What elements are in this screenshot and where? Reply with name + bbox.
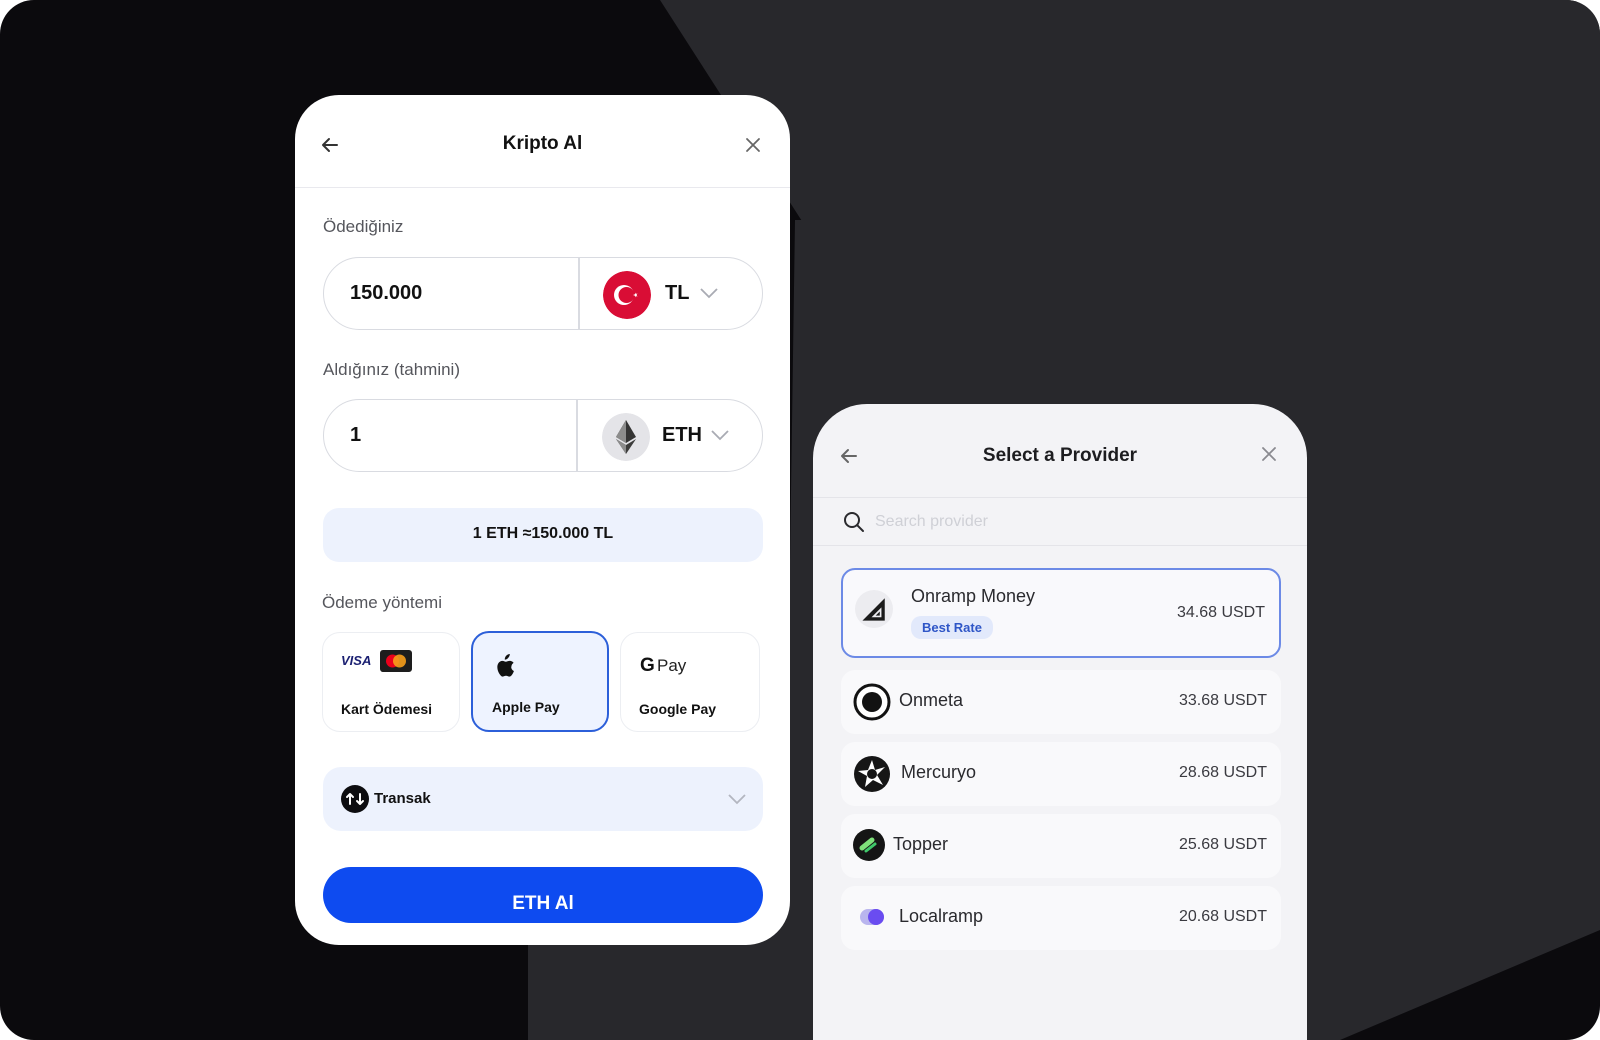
localramp-logo-icon (860, 909, 884, 925)
pay-amount-value[interactable]: 150.000 (350, 282, 422, 305)
provider-item-onramp-money[interactable]: Onramp Money Best Rate 34.68 USDT (841, 568, 1281, 658)
apple-icon (497, 654, 514, 677)
chevron-down-icon (711, 430, 729, 441)
provider-select-card: Select a Provider Onramp Money Best Rate… (813, 404, 1307, 1040)
search-input[interactable] (875, 508, 1255, 536)
exchange-rate: 1 ETH ≈150.000 TL (323, 508, 763, 562)
pay-amount-field[interactable]: 150.000 TL (323, 257, 763, 330)
buy-card-header: Kripto Al (295, 95, 790, 188)
provider-name: Mercuryo (901, 762, 977, 782)
payment-method-label-card: Kart Ödemesi (341, 701, 433, 717)
mastercard-icon (380, 650, 412, 672)
onmeta-logo-icon (853, 683, 891, 721)
provider-name: Topper (893, 834, 949, 854)
svg-text:G: G (640, 655, 655, 676)
provider-price: 33.68 USDT (1178, 692, 1267, 709)
turkey-flag-icon (603, 271, 651, 319)
ethereum-icon (602, 413, 650, 461)
visa-icon: VISA (341, 653, 371, 667)
provider-item-topper[interactable]: Topper 25.68 USDT (841, 814, 1281, 878)
background-shapes (528, 0, 1600, 1040)
provider-item-mercuryo[interactable]: Mercuryo 28.68 USDT (841, 742, 1281, 806)
provider-price: 25.68 USDT (1178, 836, 1267, 853)
field-divider (576, 400, 578, 471)
provider-price: 34.68 USDT (1176, 604, 1265, 621)
payment-method-apple-pay[interactable]: Apple Pay (471, 631, 609, 732)
field-divider (578, 258, 580, 329)
provider-name: Transak (374, 790, 431, 807)
close-icon[interactable] (743, 135, 763, 155)
provider-price: 20.68 USDT (1178, 908, 1267, 925)
google-pay-icon: G Pay (640, 655, 687, 676)
receive-amount-value[interactable]: 1 (350, 424, 361, 447)
close-icon[interactable] (1259, 444, 1279, 464)
svg-text:VISA: VISA (341, 653, 371, 667)
payment-method-label: Ödeme yöntemi (322, 593, 442, 612)
buy-crypto-card: Kripto Al Ödediğiniz 150.000 TL Aldığını… (295, 95, 790, 945)
chevron-down-icon (728, 794, 746, 805)
best-rate-badge: Best Rate (911, 616, 993, 639)
provider-name: Localramp (899, 906, 984, 926)
payment-method-google-pay[interactable]: G Pay Google Pay (620, 632, 760, 732)
background-stage: Kripto Al Ödediğiniz 150.000 TL Aldığını… (0, 0, 1600, 1040)
receive-amount-label: Aldığınız (tahmini) (323, 360, 460, 379)
chevron-down-icon (700, 288, 718, 299)
page-title: Kripto Al (502, 133, 583, 154)
receive-amount-field[interactable]: 1 ETH (323, 399, 763, 472)
pay-amount-label: Ödediğiniz (323, 217, 404, 236)
provider-item-localramp[interactable]: Localramp 20.68 USDT (841, 886, 1281, 950)
payment-method-label-apple-pay: Apple Pay (492, 699, 560, 715)
pay-currency-code: TL (665, 282, 690, 304)
provider-name: Onmeta (899, 690, 964, 710)
provider-card-title: Select a Provider (982, 445, 1138, 466)
payment-method-label-google-pay: Google Pay (639, 701, 717, 717)
provider-item-onmeta[interactable]: Onmeta 33.68 USDT (841, 670, 1281, 734)
transak-logo-icon (341, 785, 369, 813)
mercuryo-logo-icon (854, 756, 890, 792)
buy-eth-button[interactable]: ETH Al (323, 867, 763, 923)
onramp-logo-icon (855, 590, 893, 628)
search-icon (844, 512, 864, 532)
receive-currency-code: ETH (662, 424, 702, 446)
provider-name: Onramp Money (911, 586, 1036, 606)
provider-price: 28.68 USDT (1178, 764, 1267, 781)
svg-text:Pay: Pay (657, 656, 687, 675)
provider-select[interactable]: Transak (323, 767, 763, 831)
payment-method-card[interactable]: VISA Kart Ödemesi (322, 632, 460, 732)
provider-card-header: Select a Provider (813, 404, 1307, 498)
topper-logo-icon (853, 829, 885, 861)
provider-search (813, 498, 1307, 546)
